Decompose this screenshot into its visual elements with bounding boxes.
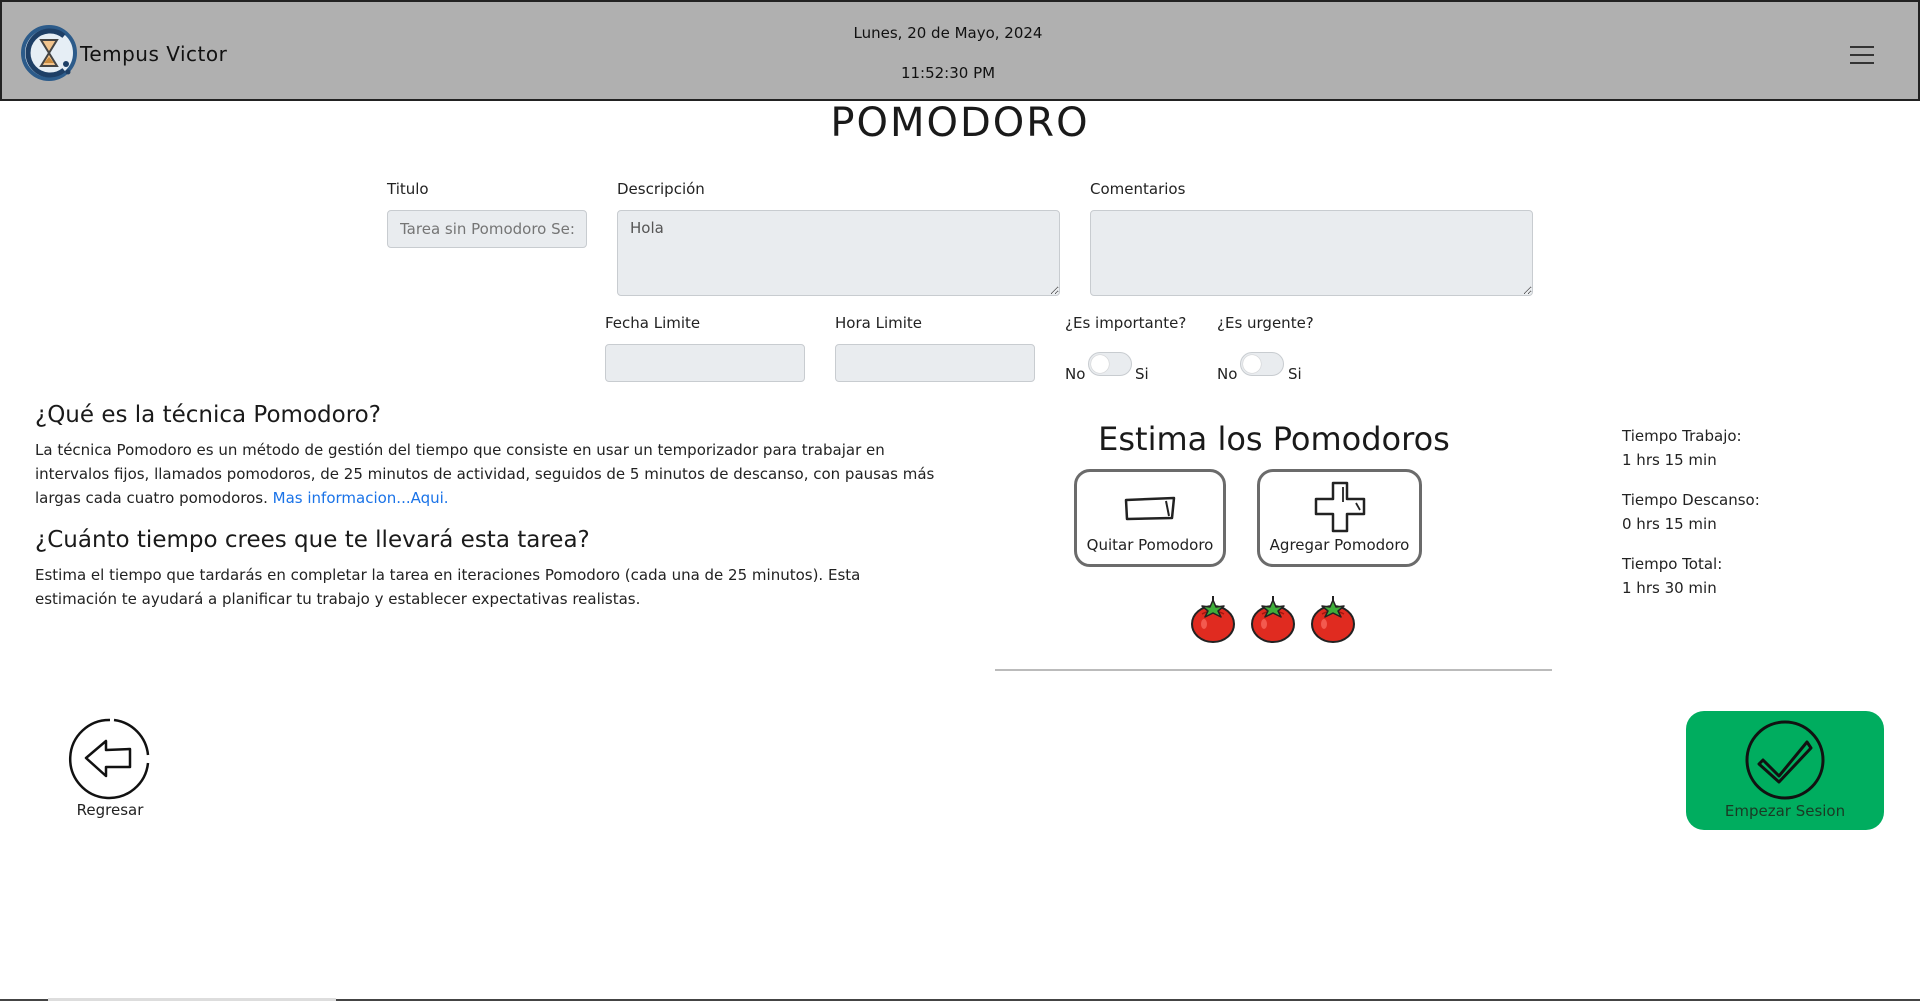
estimate-question-heading: ¿Cuánto tiempo crees que te llevará esta…	[35, 527, 590, 553]
titulo-input[interactable]	[387, 210, 587, 248]
time-summary: Tiempo Trabajo: 1 hrs 15 min Tiempo Desc…	[1622, 424, 1760, 616]
titulo-label: Titulo	[387, 180, 429, 198]
estimate-explanation: Estima el tiempo que tardarás en complet…	[35, 566, 861, 608]
descripcion-textarea[interactable]: Hola	[617, 210, 1060, 296]
start-session-button[interactable]: Empezar Sesion	[1686, 711, 1884, 830]
pomodoro-explanation: La técnica Pomodoro es un método de gest…	[35, 438, 945, 510]
importante-si-label: Si	[1135, 365, 1149, 383]
urgente-no-label: No	[1217, 365, 1238, 383]
current-time: 11:52:30 PM	[900, 64, 996, 82]
total-time-value: 1 hrs 30 min	[1622, 579, 1717, 597]
back-arrow-icon	[68, 718, 150, 800]
break-time-value: 0 hrs 15 min	[1622, 515, 1717, 533]
add-pomodoro-label: Agregar Pomodoro	[1269, 536, 1410, 554]
estimate-divider	[995, 669, 1552, 671]
add-pomodoro-button[interactable]: Agregar Pomodoro	[1257, 469, 1422, 567]
work-time-value: 1 hrs 15 min	[1622, 451, 1717, 469]
total-time-label: Tiempo Total:	[1622, 555, 1723, 573]
page-title: POMODORO	[830, 100, 1090, 146]
remove-pomodoro-button[interactable]: Quitar Pomodoro	[1074, 469, 1226, 567]
tomato-icon	[1191, 596, 1235, 643]
start-session-label: Empezar Sesion	[1724, 802, 1846, 820]
urgente-si-label: Si	[1288, 365, 1302, 383]
pomodoro-explanation-text: La técnica Pomodoro es un método de gest…	[35, 441, 935, 507]
plus-icon	[1314, 481, 1365, 533]
tomato-icon	[1251, 596, 1295, 643]
urgente-label: ¿Es urgente?	[1217, 314, 1314, 332]
fecha-limite-input[interactable]	[605, 344, 805, 382]
importante-toggle[interactable]	[1088, 352, 1132, 376]
hora-limite-label: Hora Limite	[835, 314, 922, 332]
urgente-toggle[interactable]	[1240, 352, 1284, 376]
hamburger-icon[interactable]	[1850, 46, 1874, 64]
tomato-icon	[1311, 596, 1355, 643]
more-info-link[interactable]: Mas informacion...Aqui.	[273, 489, 449, 507]
estimate-title: Estima los Pomodoros	[1098, 420, 1450, 458]
importante-no-label: No	[1065, 365, 1086, 383]
break-time-label: Tiempo Descanso:	[1622, 491, 1760, 509]
remove-pomodoro-label: Quitar Pomodoro	[1086, 536, 1214, 554]
back-label: Regresar	[76, 801, 144, 819]
current-date: Lunes, 20 de Mayo, 2024	[853, 24, 1043, 42]
minus-icon	[1124, 496, 1176, 521]
descripcion-label: Descripción	[617, 180, 705, 198]
check-circle-icon	[1745, 720, 1825, 800]
importante-label: ¿Es importante?	[1065, 314, 1187, 332]
pomodoro-question-heading: ¿Qué es la técnica Pomodoro?	[35, 402, 381, 428]
work-time-label: Tiempo Trabajo:	[1622, 427, 1742, 445]
hora-limite-input[interactable]	[835, 344, 1035, 382]
back-button[interactable]: Regresar	[68, 717, 152, 821]
top-bar: Tempus Victor Lunes, 20 de Mayo, 2024 11…	[0, 0, 1920, 101]
comentarios-textarea[interactable]	[1090, 210, 1533, 296]
fecha-limite-label: Fecha Limite	[605, 314, 701, 332]
app-brand: Tempus Victor	[80, 42, 228, 66]
comentarios-label: Comentarios	[1090, 180, 1186, 198]
